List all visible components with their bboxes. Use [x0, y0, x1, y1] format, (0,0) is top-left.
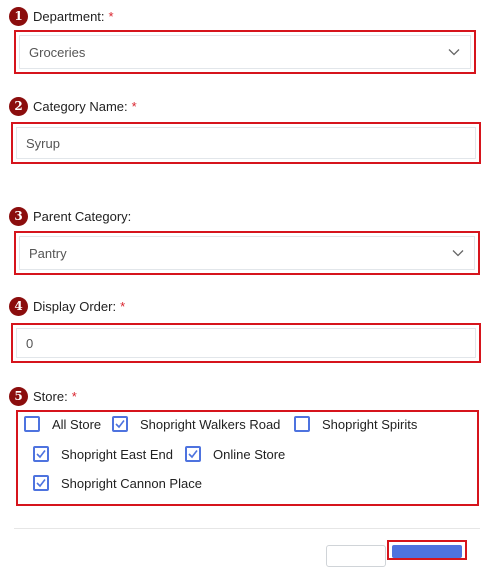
store-option-label: Shopright East End [61, 446, 174, 462]
step-badge-5: 5 [9, 386, 28, 406]
category-name-label: 2 Category Name: * [9, 96, 137, 116]
store-option-label: Online Store [213, 446, 286, 462]
store-option-label: Shopright Spirits [322, 416, 418, 432]
department-label: 1 Department: * [9, 6, 114, 26]
parent-category-select-value: Pantry [29, 245, 67, 261]
category-name-input[interactable]: Syrup [11, 122, 481, 164]
display-order-input[interactable]: 0 [11, 323, 481, 363]
display-order-label: 4 Display Order: * [9, 296, 125, 316]
step-badge-1: 1 [9, 6, 28, 26]
step-badge-2: 2 [9, 96, 28, 116]
required-marker: * [71, 388, 77, 404]
required-marker: * [131, 98, 137, 114]
category-name-input-value: Syrup [26, 135, 60, 151]
checkmark-icon [115, 420, 125, 429]
store-option-label: All Store [52, 416, 102, 432]
chevron-down-icon [448, 49, 460, 56]
save-button[interactable] [392, 545, 462, 558]
store-label: 5 Store: * [9, 386, 77, 406]
checkbox[interactable] [24, 416, 40, 432]
step-badge-4: 4 [9, 296, 28, 316]
checkbox[interactable] [185, 446, 201, 462]
store-option-shopright-spirits[interactable]: Shopright Spirits [294, 414, 417, 434]
parent-category-select[interactable]: Pantry [14, 231, 480, 275]
store-option-online-store[interactable]: Online Store [185, 444, 285, 464]
checkmark-icon [36, 479, 46, 488]
department-select-value: Groceries [29, 44, 86, 60]
cancel-button[interactable] [326, 545, 386, 567]
checkbox[interactable] [294, 416, 310, 432]
parent-category-label: 3 Parent Category: [9, 206, 131, 226]
store-option-all-store[interactable]: All Store [24, 414, 101, 434]
parent-category-label-text: Parent Category: [33, 208, 132, 224]
checkbox[interactable] [33, 475, 49, 491]
department-label-text: Department: [33, 8, 105, 24]
footer-divider [14, 528, 480, 529]
department-select[interactable]: Groceries [14, 30, 476, 74]
store-option-shopright-east-end[interactable]: Shopright East End [33, 444, 173, 464]
category-name-label-text: Category Name: [33, 98, 128, 114]
display-order-label-text: Display Order: [33, 298, 117, 314]
checkmark-icon [188, 450, 198, 459]
store-option-label: Shopright Walkers Road [140, 416, 281, 432]
step-badge-3: 3 [9, 206, 28, 226]
chevron-down-icon [452, 250, 464, 257]
store-option-shopright-walkers-road[interactable]: Shopright Walkers Road [112, 414, 280, 434]
checkbox[interactable] [112, 416, 128, 432]
store-option-shopright-cannon-place[interactable]: Shopright Cannon Place [33, 473, 202, 493]
required-marker: * [108, 8, 114, 24]
required-marker: * [120, 298, 126, 314]
display-order-input-value: 0 [26, 335, 34, 351]
save-button-highlight [387, 540, 467, 560]
store-label-text: Store: [33, 388, 68, 404]
checkbox[interactable] [33, 446, 49, 462]
checkmark-icon [36, 450, 46, 459]
store-checkbox-group: All Store Shopright Walkers Road Shoprig… [16, 410, 479, 506]
store-option-label: Shopright Cannon Place [61, 475, 202, 491]
